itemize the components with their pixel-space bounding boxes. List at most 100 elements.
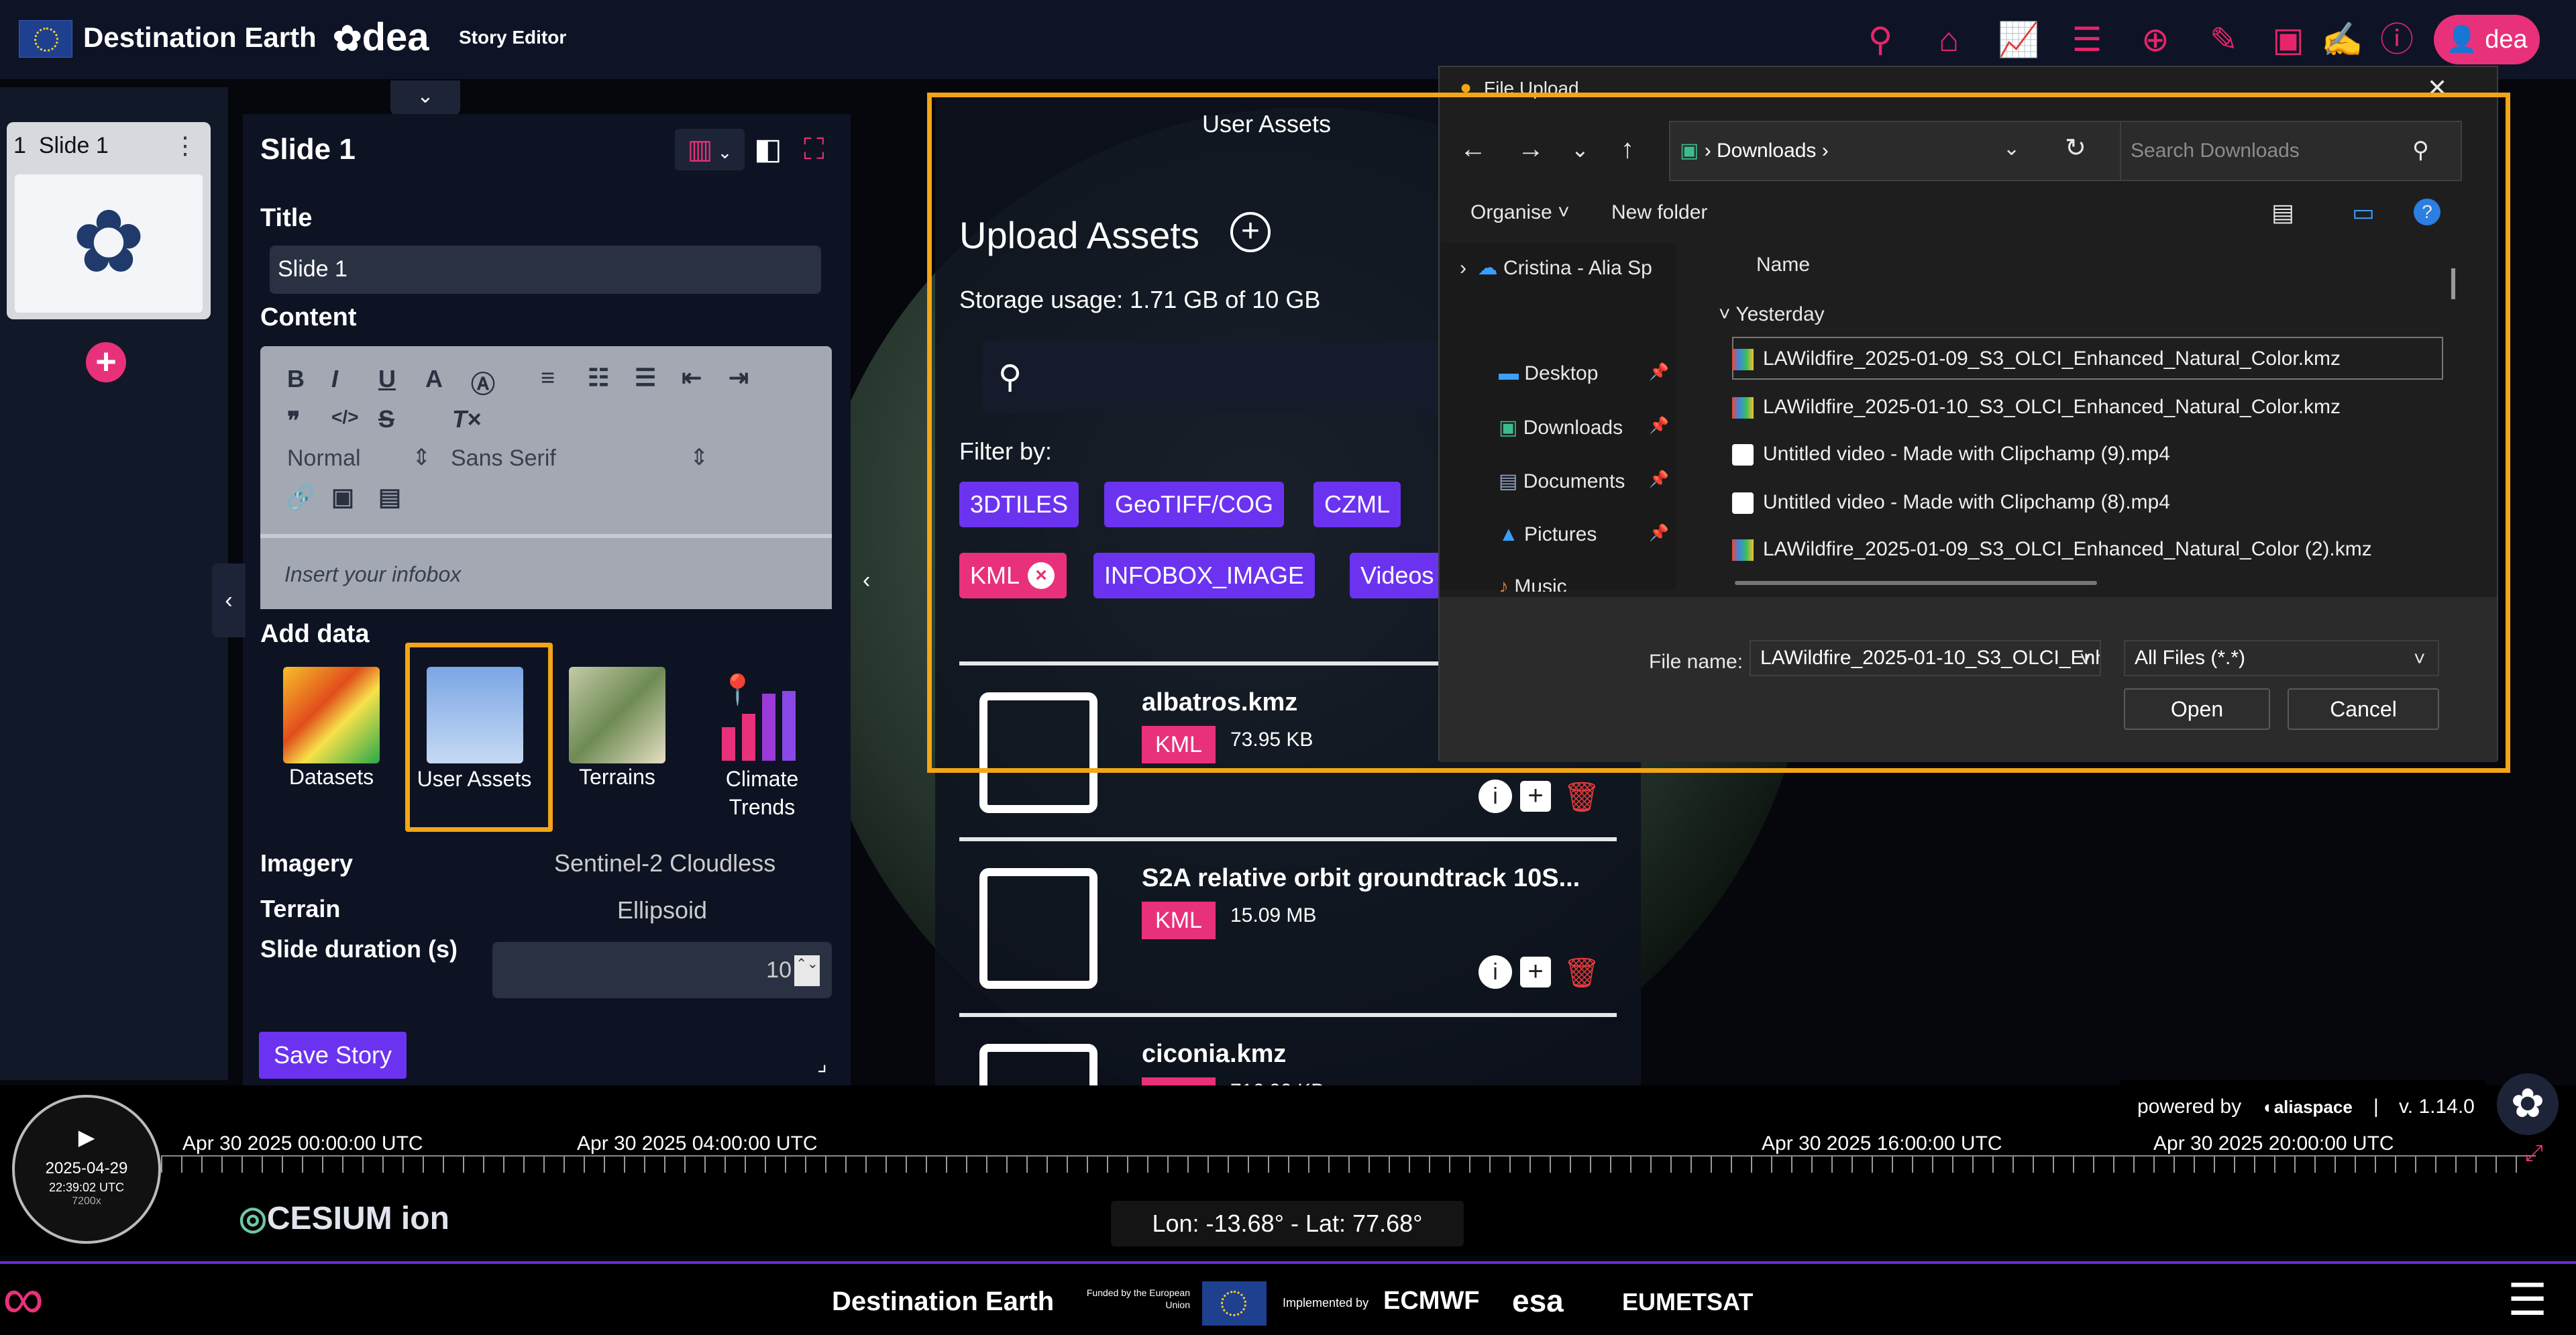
wind-turbine-icon	[427, 667, 523, 763]
datasets-tile-icon[interactable]	[283, 667, 380, 763]
info-icon[interactable]: i	[1479, 780, 1512, 813]
delete-icon[interactable]: 🗑	[1563, 955, 1601, 990]
layers-icon[interactable]: ☰	[2066, 19, 2108, 60]
coordinates-readout: Lon: -13.68° - Lat: 77.68°	[1111, 1201, 1464, 1246]
insert-video-icon[interactable]: ▤	[378, 483, 401, 511]
info-icon[interactable]: i	[1479, 955, 1512, 989]
search-icon[interactable]: ⚲	[1860, 19, 1901, 60]
climate-trends-tile-label: Climate Trends	[725, 767, 799, 819]
editor-heading: Slide 1	[260, 133, 356, 166]
duration-input[interactable]: 10	[492, 942, 832, 998]
font-select-arrows-icon: ⇕	[690, 445, 709, 470]
content-label: Content	[260, 303, 357, 331]
add-slide-button[interactable]: +	[86, 342, 126, 382]
stepper-icon[interactable]: ⌃⌄	[794, 955, 820, 986]
infobox-placeholder: Insert your infobox	[284, 562, 462, 586]
version-label: v. 1.14.0	[2399, 1096, 2475, 1118]
dea-help-icon[interactable]: ✿	[2497, 1073, 2559, 1135]
more-options-icon[interactable]: ⋮	[173, 131, 197, 160]
cesium-ion-logo: ◎CESIUM ion	[239, 1201, 449, 1236]
story-editor-label: Story Editor	[459, 27, 567, 48]
title-label: Title	[260, 204, 313, 232]
timeline-track[interactable]	[161, 1155, 2536, 1173]
footer-brand: Destination Earth	[832, 1287, 1055, 1316]
hamburger-menu-icon[interactable]: ☰	[2508, 1277, 2547, 1322]
resize-handle-icon[interactable]: ⌟	[817, 1051, 827, 1076]
terrain-value[interactable]: Ellipsoid	[617, 896, 707, 924]
highlight-box	[927, 93, 2510, 773]
slide-card-label: Slide 1	[38, 133, 109, 158]
datasets-tile-label: Datasets	[288, 765, 374, 789]
chevron-left-icon[interactable]: ‹	[863, 568, 870, 594]
asset-name: ciconia.kmz	[1142, 1040, 1287, 1068]
play-icon[interactable]: ▶	[15, 1124, 158, 1150]
esa-logo: esa	[1512, 1283, 1564, 1318]
timeline-label: Apr 30 2025 16:00:00 UTC	[1762, 1132, 2002, 1155]
document-search-icon	[979, 868, 1097, 989]
imagery-value[interactable]: Sentinel-2 Cloudless	[554, 849, 775, 877]
text-color-icon[interactable]: A	[425, 365, 443, 393]
timeline-label: Apr 30 2025 20:00:00 UTC	[2153, 1132, 2394, 1155]
bullet-list-icon[interactable]: ☰	[635, 364, 656, 392]
user-assets-tile-label: User Assets	[417, 767, 532, 791]
info-icon[interactable]: ⓘ	[2376, 19, 2418, 60]
collapse-toggle[interactable]: ⌄	[390, 81, 460, 115]
home-icon[interactable]: ⌂	[1928, 19, 1970, 60]
title-input[interactable]: Slide 1	[270, 246, 821, 294]
implemented-by: Implemented by	[1283, 1296, 1369, 1310]
clock-speed: 7200x	[72, 1195, 101, 1207]
focus-icon[interactable]: ⛶	[804, 129, 844, 170]
imagery-label: Imagery	[260, 849, 354, 877]
user-menu-button[interactable]: 👤 dea	[2434, 15, 2540, 64]
save-story-button[interactable]: Save Story	[259, 1032, 407, 1079]
eumetsat-logo: EUMETSAT	[1622, 1288, 1754, 1316]
chart-icon[interactable]: 📈	[1998, 19, 2039, 60]
image-icon[interactable]: ▣	[2267, 19, 2309, 60]
add-to-map-icon[interactable]: +	[1520, 781, 1551, 812]
terrains-tile-icon[interactable]	[569, 667, 665, 763]
asset-item[interactable]: S2A relative orbit groundtrack 10S... KM…	[959, 837, 1617, 1012]
code-icon[interactable]: </>	[331, 407, 358, 428]
font-select[interactable]: Sans Serif	[451, 445, 556, 472]
underline-icon[interactable]: U	[378, 365, 396, 393]
eu-flag-icon	[1202, 1281, 1267, 1326]
edit-note-icon[interactable]: ✍	[2321, 19, 2363, 60]
aliaspace-logo: ◐aliaspace	[2263, 1097, 2353, 1117]
insert-image-icon[interactable]: ▣	[331, 483, 354, 511]
highlight-icon[interactable]: Ⓐ	[471, 365, 495, 400]
duration-label: Slide duration (s)	[260, 935, 458, 963]
asset-name: S2A relative orbit groundtrack 10S...	[1142, 864, 1580, 892]
add-to-map-icon[interactable]: +	[1520, 957, 1551, 987]
layout-select[interactable]: ▥ ⌄	[675, 129, 745, 170]
clock-date: 2025-04-29	[45, 1159, 128, 1177]
link-icon[interactable]: 🔗	[286, 483, 316, 511]
terrains-tile-label: Terrains	[579, 765, 655, 789]
indent-icon[interactable]: ⇥	[729, 364, 749, 392]
dea-logo-icon: ✿	[72, 193, 146, 290]
format-select[interactable]: Normal	[287, 445, 361, 472]
asset-type-badge: KML	[1142, 902, 1216, 939]
fullscreen-icon[interactable]: ⤢	[2525, 1140, 2543, 1167]
clear-format-icon[interactable]: T×	[452, 405, 481, 433]
collapse-editor-icon[interactable]: ‹	[212, 564, 246, 637]
timeline-label: Apr 30 2025 04:00:00 UTC	[577, 1132, 818, 1155]
pencil-icon[interactable]: ✎	[2203, 19, 2245, 60]
flip-icon[interactable]: ◧	[754, 129, 792, 170]
italic-icon[interactable]: I	[331, 365, 338, 393]
quote-icon[interactable]: ❞	[287, 407, 300, 435]
dea-logo: ✿dea	[333, 15, 429, 59]
bold-icon[interactable]: B	[287, 365, 305, 393]
eu-flag-icon	[19, 20, 72, 58]
animation-clock[interactable]: ▶ 2025-04-29 22:39:02 UTC 7200x	[12, 1095, 161, 1244]
slide-card[interactable]: 1 Slide 1 ⋮ ✿	[7, 122, 211, 319]
climate-trends-tile-icon[interactable]: 📍	[714, 667, 810, 763]
user-icon: 👤	[2446, 25, 2485, 54]
strike-icon[interactable]: S	[378, 405, 394, 433]
add-data-label: Add data	[260, 620, 370, 648]
globe-icon[interactable]: ⊕	[2135, 19, 2176, 60]
align-icon[interactable]: ≡	[541, 364, 555, 392]
outdent-icon[interactable]: ⇤	[682, 364, 702, 392]
infobox-editor[interactable]: Insert your infobox	[260, 534, 832, 609]
delete-icon[interactable]: 🗑	[1563, 780, 1601, 814]
ordered-list-icon[interactable]: ☷	[588, 364, 609, 392]
